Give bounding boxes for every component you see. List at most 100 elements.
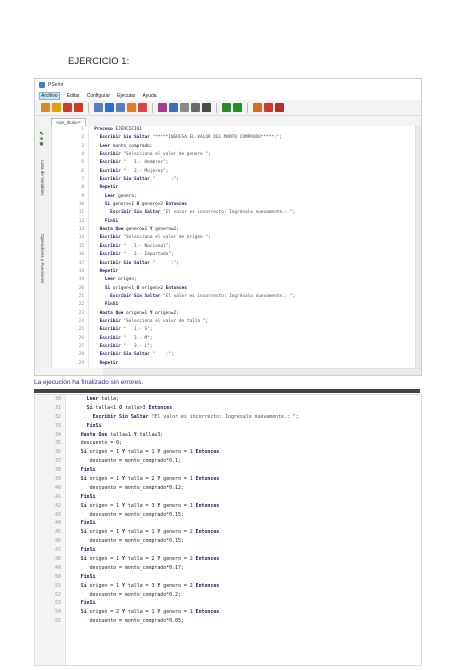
code-line: Escribir Sin Saltar "El valor es incorre… [92,413,299,420]
toolbar-button-icon[interactable] [116,103,125,112]
line-number: 28 [78,352,84,358]
tab-sin-titulo[interactable]: <sin_titulo>* [51,118,86,126]
line-number: 45 [55,529,61,536]
toolbar-button-icon[interactable] [74,103,83,112]
code-line: Escribir " 2.- Mujeres"; [99,168,169,174]
toolbar-button-icon[interactable] [138,103,147,112]
code-line: descuento = monto_comprado*0.2; [69,591,181,598]
line-number: 49 [55,564,61,571]
code-line: Hasta Que talla≥1 Y talla≤3; [80,431,164,438]
line-number: 19 [78,277,84,283]
editor-area: ✎★◉ Lista de Variables Operadores y Func… [35,126,421,368]
code-editor[interactable]: Proceso EJERCICIO1 Escribir Sin Saltar "… [89,126,415,368]
window-title: PSeInt [48,82,64,88]
line-number-gutter: 1 2 3 4 5 6 7 8 9 10 11 12 13 14 15 16 17 18 19 20 21 22 23 24 2… [52,126,89,368]
line-number: 12 [78,218,84,224]
line-number: 7 [81,177,84,183]
code-line: descuento = monto_comprado*0.15; [69,511,184,518]
line-number: 6 [81,168,84,174]
code-line: Escribir Sin Saltar " :"; [99,260,179,266]
code-line: Si origen<1 O origen>2 Entonces [104,285,187,291]
menu-archivo[interactable]: Archivo [39,91,60,100]
code-line: Si origen = 1 Y talla = 3 Y genero = 2 E… [80,582,220,589]
line-number: 53 [55,600,61,607]
code-line: FinSi [80,600,96,607]
code-line: Escribir Sin Saltar "El valor es incorre… [110,210,296,216]
toolbar-button-icon[interactable] [127,103,136,112]
line-number: 2 [81,135,84,141]
code-line: Repetir [99,360,119,366]
code-line: FinSi [80,520,96,527]
vertical-scrollbar[interactable] [415,126,421,368]
line-number: 21 [78,293,84,299]
operators-functions-tab[interactable]: Operadores y Funciones [40,234,45,283]
toolbar-separator [216,102,217,113]
toolbar-button-icon[interactable] [222,103,231,112]
menu-ejecutar[interactable]: Ejecutar [117,93,135,99]
code-line: descuento = 0; [69,440,122,447]
toolbar-button-icon[interactable] [253,103,262,112]
variables-list-tab[interactable]: Lista de Variables [40,160,45,195]
toolbar-button-icon[interactable] [52,103,61,112]
code-line: Escribir "Selecciona el valor de origen … [99,235,211,241]
window-titlebar: PSeInt [35,79,421,91]
toolbar-button-icon[interactable] [158,103,167,112]
toolbar-button-icon[interactable] [191,103,200,112]
menu-configurar[interactable]: Configurar [87,93,110,99]
menu-editar[interactable]: Editar [67,93,80,99]
toolbar-button-icon[interactable] [94,103,103,112]
code-editor-continuation: 30 31 32 33 34 35 36 37 38 39 40 41 42 43 44 45 46 47 48 49… [34,394,422,666]
line-number: 38 [55,467,61,474]
code-line: Repetir [99,185,119,191]
line-number: 24 [78,318,84,324]
toolbar-button-icon[interactable] [180,103,189,112]
toolbar-button-icon[interactable] [275,103,284,112]
code-line: Si origen = 1 Y talla = 1 Y genero = 2 E… [80,529,220,536]
line-number: 5 [81,160,84,166]
toolbar-button-icon[interactable] [63,103,72,112]
toolbar-button-icon[interactable] [105,103,114,112]
line-number: 29 [78,360,84,366]
toolbar-button-icon[interactable] [233,103,242,112]
pseint-window: PSeInt Archivo Editar Configurar Ejecuta… [34,78,422,376]
toolbar [35,100,421,116]
line-number: 3 [81,143,84,149]
code-line: descuento = monto_comprado*0.1; [69,458,181,465]
line-number: 31 [55,404,61,411]
line-number: 18 [78,268,84,274]
line-number: 9 [81,193,84,199]
menu-ayuda[interactable]: Ayuda [142,93,156,99]
line-number: 26 [78,335,84,341]
line-number: 14 [78,235,84,241]
execution-status: La ejecución ha finalizado sin errores. [34,377,420,388]
code-line: Escribir "Selecciona el valor de genero … [99,152,211,158]
code-line: descuento = monto_comprado*0.15; [69,538,184,545]
line-number: 37 [55,458,61,465]
line-number: 46 [55,538,61,545]
status-divider [34,389,420,393]
line-number: 1 [81,127,84,132]
horizontal-scrollbar[interactable] [103,368,421,375]
line-number: 32 [55,413,61,420]
code-line: Si talla<1 O talla>3 Entonces [86,404,173,411]
code-line: FinSi [104,218,119,224]
line-number: 51 [55,582,61,589]
line-number: 33 [55,422,61,429]
toolbar-button-icon[interactable] [41,103,50,112]
line-number: 44 [55,520,61,527]
line-number: 22 [78,302,84,308]
code-editor-2[interactable]: Leer talla; Si talla<1 O talla>3 Entonce… [69,395,421,626]
line-number: 13 [78,227,84,233]
toolbar-button-icon[interactable] [202,103,211,112]
code-line: descuento = monto_comprado*0.12; [69,484,184,491]
document-title: EJERCICIO 1: [68,56,130,67]
code-line: Escribir "Selecciona el valor de talla "… [99,318,208,324]
line-number: 23 [78,310,84,316]
line-number: 36 [55,449,61,456]
toolbar-button-icon[interactable] [169,103,178,112]
toolbar-button-icon[interactable] [264,103,273,112]
code-line: FinSi [86,422,102,429]
code-line: Escribir " 2.- Importado"; [99,252,174,258]
line-number: 15 [78,243,84,249]
code-line: Hasta Que origen≥1 Y origen≤2; [99,310,179,316]
